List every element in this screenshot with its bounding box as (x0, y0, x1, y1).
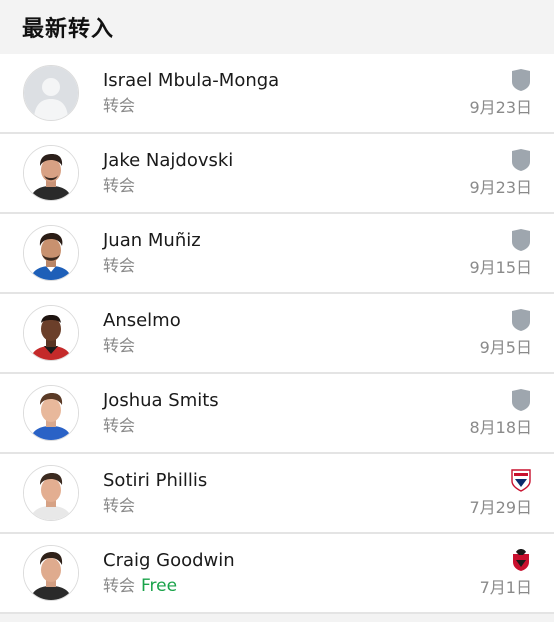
transfer-row[interactable]: Anselmo 转会 9月5日 (0, 294, 554, 374)
transfer-type: 转会 (103, 96, 136, 115)
player-name[interactable]: Juan Muñiz (103, 229, 442, 253)
transfer-row[interactable]: Juan Muñiz 转会 9月15日 (0, 214, 554, 294)
player-name[interactable]: Anselmo (103, 309, 442, 333)
transfer-row[interactable]: Sotiri Phillis 转会 7月29日 (0, 454, 554, 534)
transfer-type: 转会 (103, 336, 136, 355)
transfer-date: 9月23日 (469, 178, 532, 197)
transfer-row[interactable]: Jake Najdovski 转会 9月23日 (0, 134, 554, 214)
player-avatar (23, 225, 79, 281)
player-name[interactable]: Israel Mbula-Monga (103, 69, 442, 93)
transfer-row[interactable]: Israel Mbula-Monga 转会 9月23日 (0, 54, 554, 134)
player-avatar (23, 545, 79, 601)
player-name[interactable]: Sotiri Phillis (103, 469, 442, 493)
transfer-date: 9月5日 (479, 338, 532, 357)
transfer-row[interactable]: Craig Goodwin 转会 Free 7月1日 (0, 534, 554, 614)
transfer-date: 9月15日 (469, 258, 532, 277)
transfer-date: 7月1日 (479, 578, 532, 597)
transfer-list: Israel Mbula-Monga 转会 9月23日 Jake Najdovs… (0, 54, 554, 614)
transfer-date: 8月18日 (469, 418, 532, 437)
transfer-type: 转会 (103, 416, 136, 435)
al-wehda-crest-icon (510, 548, 532, 572)
transfer-type: 转会 (103, 256, 136, 275)
transfer-type: 转会 (103, 176, 136, 195)
player-name[interactable]: Jake Najdovski (103, 149, 442, 173)
transfer-type: 转会 (103, 576, 136, 595)
transfers-page: 最新转入 Israel Mbula-Monga 转会 9月23日 Jake Na… (0, 0, 554, 622)
adelaide-united-crest-icon (510, 468, 532, 492)
transfer-date: 9月23日 (469, 98, 532, 117)
generic-shield-icon (510, 308, 532, 332)
player-name[interactable]: Craig Goodwin (103, 549, 442, 573)
transfer-fee: Free (141, 576, 178, 596)
generic-shield-icon (510, 68, 532, 92)
player-avatar (23, 305, 79, 361)
player-avatar-placeholder (23, 65, 79, 121)
player-avatar (23, 145, 79, 201)
player-avatar (23, 465, 79, 521)
transfer-row[interactable]: Joshua Smits 转会 8月18日 (0, 374, 554, 454)
generic-shield-icon (510, 388, 532, 412)
generic-shield-icon (510, 228, 532, 252)
generic-shield-icon (510, 148, 532, 172)
player-name[interactable]: Joshua Smits (103, 389, 442, 413)
transfer-date: 7月29日 (469, 498, 532, 517)
player-avatar (23, 385, 79, 441)
section-title: 最新转入 (22, 17, 115, 42)
transfer-type: 转会 (103, 496, 136, 515)
